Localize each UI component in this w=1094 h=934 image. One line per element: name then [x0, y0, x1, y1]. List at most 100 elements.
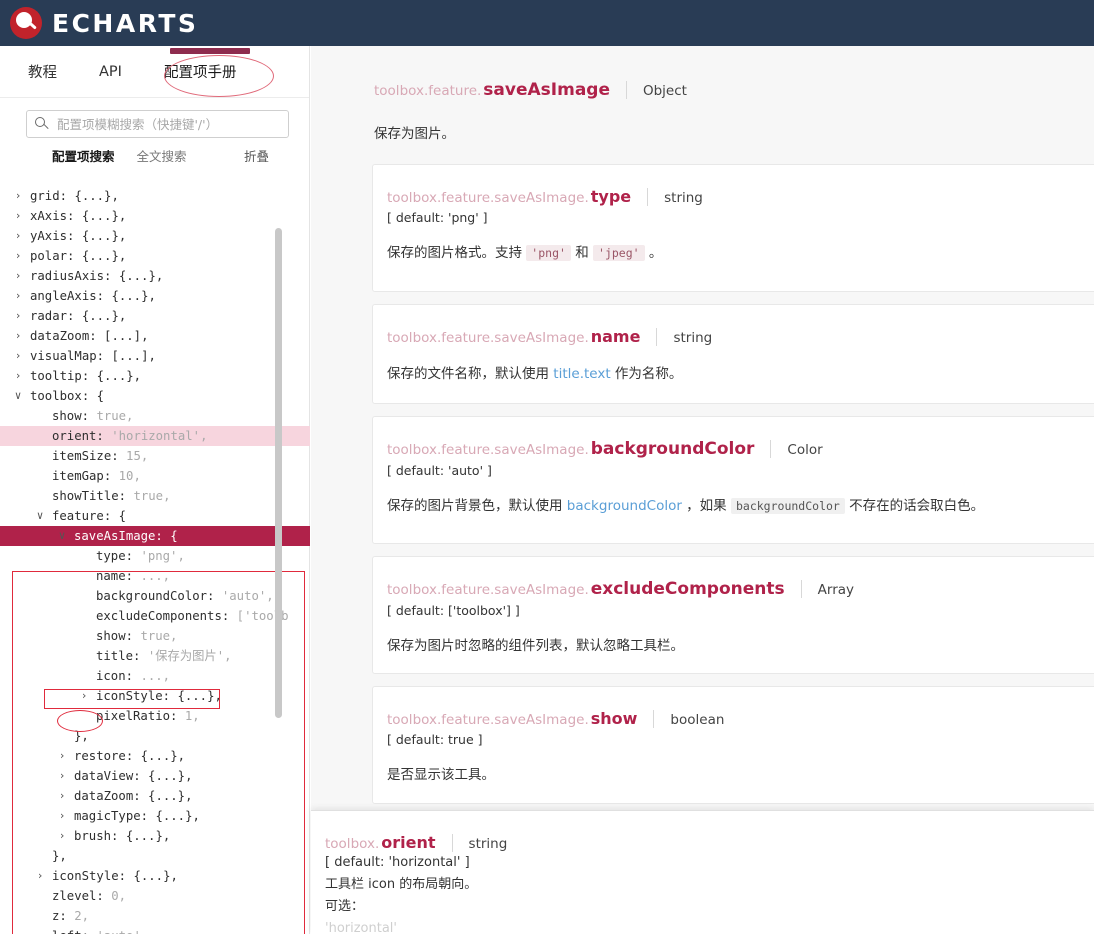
search-input[interactable]: [55, 115, 280, 133]
inline-code: backgroundColor: [730, 498, 845, 514]
tree-node[interactable]: },: [0, 846, 310, 866]
tree-node-value: 'auto': [96, 929, 140, 934]
chevron-down-icon[interactable]: ∨: [56, 526, 68, 546]
tree-node[interactable]: › radar: {...},: [0, 306, 310, 326]
chevron-right-icon[interactable]: ›: [56, 826, 68, 846]
tree-node[interactable]: ∨ toolbox: {: [0, 386, 310, 406]
chevron-right-icon[interactable]: ›: [56, 766, 68, 786]
chevron-right-icon[interactable]: ›: [34, 866, 46, 886]
tree-node[interactable]: › iconStyle: {...},: [0, 686, 310, 706]
tree-node[interactable]: › dataZoom: [...],: [0, 326, 310, 346]
tree-node-value: 'horizontal',: [111, 429, 208, 443]
tree-node[interactable]: › brush: {...},: [0, 826, 310, 846]
chevron-right-icon[interactable]: ›: [56, 806, 68, 826]
chevron-right-icon[interactable]: ›: [12, 206, 24, 226]
tree-node[interactable]: name: ...,: [0, 566, 310, 586]
tree-node-label: yAxis: {...},: [30, 226, 126, 246]
prop-card-excludecomponents[interactable]: toolbox.feature.saveAsImage. excludeComp…: [372, 556, 1094, 674]
tree-node[interactable]: › radiusAxis: {...},: [0, 266, 310, 286]
tree-node[interactable]: › tooltip: {...},: [0, 366, 310, 386]
tree-node[interactable]: z: 2,: [0, 906, 310, 926]
prop-card-show[interactable]: toolbox.feature.saveAsImage. show boolea…: [372, 686, 1094, 804]
tree-node-label: type: 'png',: [96, 546, 185, 566]
chevron-right-icon[interactable]: ›: [12, 246, 24, 266]
chevron-right-icon[interactable]: ›: [12, 226, 24, 246]
chevron-right-icon[interactable]: ›: [56, 746, 68, 766]
tree-node-label: excludeComponents: ['toolb: [96, 606, 289, 626]
doc-link[interactable]: backgroundColor: [567, 498, 682, 514]
tree-node[interactable]: › yAxis: {...},: [0, 226, 310, 246]
chevron-right-icon[interactable]: ›: [78, 686, 90, 706]
tree-node[interactable]: title: '保存为图片',: [0, 646, 310, 666]
prop-prefix: toolbox.feature.saveAsImage.: [387, 330, 589, 346]
prop-type: string: [664, 190, 703, 206]
tree-node-label: },: [52, 846, 67, 866]
tree-node[interactable]: type: 'png',: [0, 546, 310, 566]
tree-node[interactable]: show: true,: [0, 406, 310, 426]
tree-node[interactable]: show: true,: [0, 626, 310, 646]
tree-node-key: orient:: [52, 429, 104, 443]
tree-node[interactable]: ∨ saveAsImage: {: [0, 526, 310, 546]
tree-node[interactable]: › polar: {...},: [0, 246, 310, 266]
tree-node[interactable]: › iconStyle: {...},: [0, 866, 310, 886]
tree-node[interactable]: left: 'auto': [0, 926, 310, 934]
brand-logo[interactable]: ECHARTS: [0, 7, 198, 39]
tree-node[interactable]: › restore: {...},: [0, 746, 310, 766]
chevron-right-icon[interactable]: ›: [12, 346, 24, 366]
subtab-fulltext-search[interactable]: 全文搜索: [137, 146, 187, 165]
tab-option-manual[interactable]: 配置项手册: [164, 61, 237, 82]
search-box[interactable]: [26, 110, 289, 138]
prop-card-type[interactable]: toolbox.feature.saveAsImage. type string…: [372, 164, 1094, 292]
tree-node-label: pixelRatio: 1,: [96, 706, 200, 726]
option-tree-scroll-area[interactable]: › grid: {...}, › xAxis: {...}, › yAxis: {...}…: [0, 186, 310, 934]
tree-node-label: saveAsImage: {: [74, 526, 178, 546]
tree-node[interactable]: itemGap: 10,: [0, 466, 310, 486]
tree-node[interactable]: orient: 'horizontal',: [0, 426, 310, 446]
chevron-right-icon[interactable]: ›: [12, 286, 24, 306]
tree-node-key: polar:: [30, 249, 75, 263]
inline-code: 'jpeg': [593, 245, 645, 261]
tree-node[interactable]: › xAxis: {...},: [0, 206, 310, 226]
tree-node[interactable]: icon: ...,: [0, 666, 310, 686]
tree-node-label: showTitle: true,: [52, 486, 170, 506]
tree-node[interactable]: › dataZoom: {...},: [0, 786, 310, 806]
tree-node[interactable]: pixelRatio: 1,: [0, 706, 310, 726]
tree-node[interactable]: excludeComponents: ['toolb: [0, 606, 310, 626]
tree-node-label: dataZoom: [...],: [30, 326, 148, 346]
prop-prefix: toolbox.feature.saveAsImage.: [387, 712, 589, 728]
chevron-right-icon[interactable]: ›: [12, 186, 24, 206]
top-bar: ECHARTS: [0, 0, 1094, 46]
chevron-right-icon[interactable]: ›: [12, 306, 24, 326]
tree-node[interactable]: › dataView: {...},: [0, 766, 310, 786]
subtab-option-search[interactable]: 配置项搜索: [52, 146, 115, 165]
prop-card-backgroundcolor[interactable]: toolbox.feature.saveAsImage. backgroundC…: [372, 416, 1094, 544]
chevron-down-icon[interactable]: ∨: [12, 386, 24, 406]
chevron-right-icon[interactable]: ›: [12, 326, 24, 346]
tree-node[interactable]: },: [0, 726, 310, 746]
tree-node[interactable]: showTitle: true,: [0, 486, 310, 506]
prop-card-title: toolbox.feature.saveAsImage. name string: [387, 327, 1094, 346]
tree-node[interactable]: › visualMap: [...],: [0, 346, 310, 366]
subtab-collapse[interactable]: 折叠: [244, 146, 269, 165]
tree-node-key: title:: [96, 649, 141, 663]
tree-node[interactable]: › magicType: {...},: [0, 806, 310, 826]
tree-node[interactable]: › angleAxis: {...},: [0, 286, 310, 306]
chevron-right-icon[interactable]: ›: [12, 266, 24, 286]
chevron-right-icon[interactable]: ›: [12, 366, 24, 386]
tree-node[interactable]: ∨ feature: {: [0, 506, 310, 526]
tree-scrollbar[interactable]: [275, 228, 282, 718]
doc-link[interactable]: title.text: [553, 366, 610, 382]
tab-tutorial[interactable]: 教程: [28, 61, 57, 82]
search-subtabs: 配置项搜索 全文搜索 折叠: [26, 138, 289, 165]
tree-node[interactable]: backgroundColor: 'auto',: [0, 586, 310, 606]
tree-node-key: dataZoom:: [74, 789, 141, 803]
chevron-right-icon[interactable]: ›: [56, 786, 68, 806]
chevron-down-icon[interactable]: ∨: [34, 506, 46, 526]
tree-node-key: show:: [96, 629, 134, 643]
tree-node[interactable]: › grid: {...},: [0, 186, 310, 206]
prop-card-name[interactable]: toolbox.feature.saveAsImage. name string…: [372, 304, 1094, 404]
tab-api[interactable]: API: [99, 64, 122, 80]
tree-node[interactable]: zlevel: 0,: [0, 886, 310, 906]
tree-node[interactable]: itemSize: 15,: [0, 446, 310, 466]
prop-card-title: toolbox.feature.saveAsImage. excludeComp…: [387, 579, 1094, 599]
